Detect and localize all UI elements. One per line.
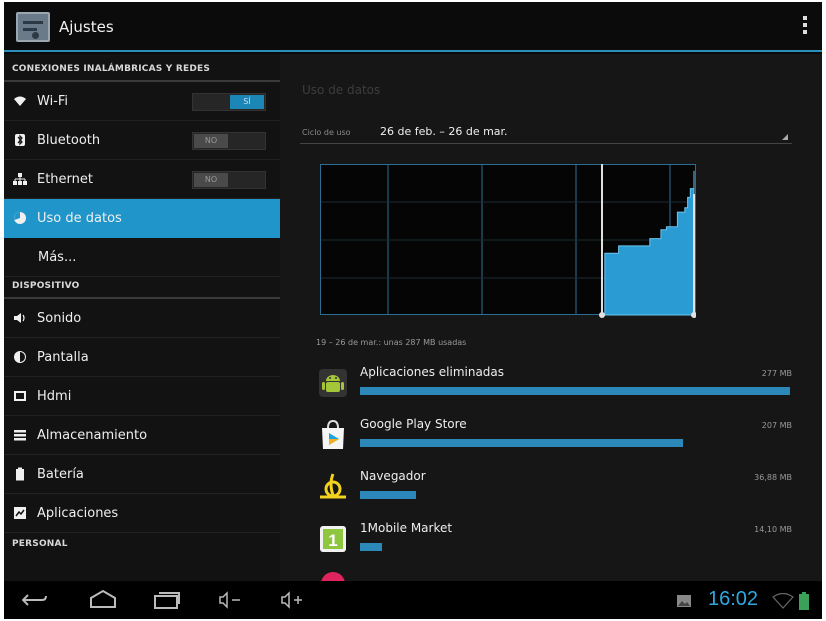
app-usage-row[interactable]: Navegador 36,88 MB	[316, 462, 792, 514]
data-usage-panel: Uso de datos Ciclo de uso 26 de feb. – 2…	[280, 54, 822, 581]
sidebar-item-label: Aplicaciones	[37, 505, 119, 521]
settings-sidebar: CONEXIONES INALÁMBRICAS Y REDES Wi-Fi SÍ…	[4, 54, 280, 581]
ethernet-toggle[interactable]: NO	[192, 171, 266, 189]
battery-icon	[13, 467, 27, 481]
sidebar-item-label: Sonido	[37, 310, 82, 326]
usage-bar	[360, 387, 790, 395]
gallery-icon[interactable]	[676, 594, 692, 608]
app-name: Google Play Store	[360, 417, 467, 431]
usage-summary: 19 – 26 de mar.: unas 287 MB usadas	[316, 338, 467, 347]
data-usage-icon	[13, 211, 27, 225]
cycle-value: 26 de feb. – 26 de mar.	[380, 125, 508, 138]
storage-icon	[13, 428, 27, 442]
app-size: 207 MB	[761, 421, 792, 430]
overflow-menu-icon[interactable]	[802, 16, 808, 38]
app-name: Aplicaciones eliminadas	[360, 365, 505, 379]
sidebar-item-label: Batería	[37, 466, 84, 482]
status-clock[interactable]: 16:02	[708, 588, 758, 611]
page-title: Uso de datos	[302, 83, 381, 97]
app-usage-row[interactable]: Google Play Store 207 MB	[316, 410, 792, 462]
toggle-label: SÍ	[230, 95, 264, 109]
wifi-icon	[13, 94, 27, 108]
wifi-toggle[interactable]: SÍ	[192, 93, 266, 111]
section-header-wireless: CONEXIONES INALÁMBRICAS Y REDES	[4, 54, 280, 82]
sidebar-item-display[interactable]: Pantalla	[4, 338, 280, 377]
sidebar-item-label: Más...	[38, 249, 77, 265]
sidebar-item-apps[interactable]: Aplicaciones	[4, 494, 280, 533]
usage-cycle-selector[interactable]: Ciclo de uso 26 de feb. – 26 de mar.	[300, 120, 792, 144]
sidebar-item-label: Hdmi	[37, 388, 72, 404]
svg-text:1: 1	[328, 531, 337, 550]
sidebar-item-label: Wi-Fi	[37, 93, 69, 109]
action-bar: Ajustes	[4, 2, 822, 52]
recent-apps-icon[interactable]	[152, 590, 182, 610]
sidebar-item-label: Ethernet	[37, 171, 93, 187]
bluetooth-toggle[interactable]: NO	[192, 132, 266, 150]
android-icon	[319, 369, 347, 397]
sidebar-item-label: Uso de datos	[37, 210, 122, 226]
section-header-personal: PERSONAL	[12, 539, 68, 549]
sidebar-item-more[interactable]: Más...	[4, 238, 280, 277]
partial-app-icon	[321, 572, 345, 581]
sidebar-item-label: Pantalla	[37, 349, 89, 365]
sidebar-item-hdmi[interactable]: Hdmi	[4, 377, 280, 416]
app-size: 36,88 MB	[754, 473, 792, 482]
app-usage-row[interactable]: 1 1Mobile Market 14,10 MB	[316, 514, 792, 566]
settings-sliders-icon[interactable]	[16, 12, 50, 42]
wifi-status-icon	[772, 593, 794, 609]
usage-bar	[360, 543, 382, 551]
volume-up-icon[interactable]	[280, 591, 308, 609]
dropdown-arrow-icon	[782, 134, 788, 140]
browser-icon	[320, 473, 346, 499]
app-title: Ajustes	[59, 18, 114, 36]
sidebar-item-bluetooth[interactable]: Bluetooth NO	[4, 121, 280, 160]
sidebar-item-sound[interactable]: Sonido	[4, 299, 280, 338]
settings-screen: Ajustes CONEXIONES INALÁMBRICAS Y REDES …	[4, 2, 822, 619]
home-icon[interactable]	[88, 589, 118, 609]
usage-bar	[360, 439, 683, 447]
app-size: 277 MB	[761, 369, 792, 378]
1mobile-market-icon: 1	[320, 526, 346, 552]
app-name: 1Mobile Market	[360, 521, 453, 535]
hdmi-icon	[13, 389, 27, 403]
sidebar-item-data-usage[interactable]: Uso de datos	[4, 199, 280, 238]
brightness-icon	[13, 350, 27, 364]
section-header-device: DISPOSITIVO	[4, 277, 280, 299]
back-icon[interactable]	[22, 591, 48, 609]
system-navigation-bar: 16:02	[4, 581, 822, 619]
usage-bar	[360, 491, 416, 499]
sidebar-item-label: Bluetooth	[37, 132, 101, 148]
cycle-label: Ciclo de uso	[302, 128, 351, 137]
cycle-start-dot	[599, 312, 605, 318]
play-store-icon	[322, 419, 344, 449]
app-size: 14,10 MB	[754, 525, 792, 534]
app-usage-row[interactable]: Aplicaciones eliminadas 277 MB	[316, 358, 792, 410]
speaker-icon	[13, 311, 27, 325]
sidebar-item-battery[interactable]: Batería	[4, 455, 280, 494]
volume-down-icon[interactable]	[218, 591, 246, 609]
app-name: Navegador	[360, 469, 426, 483]
sidebar-item-storage[interactable]: Almacenamiento	[4, 416, 280, 455]
sidebar-item-ethernet[interactable]: Ethernet NO	[4, 160, 280, 199]
bluetooth-icon	[13, 133, 27, 147]
sidebar-item-wifi[interactable]: Wi-Fi SÍ	[4, 82, 280, 121]
data-usage-chart[interactable]	[320, 164, 696, 318]
apps-icon	[13, 506, 27, 520]
ethernet-icon	[13, 172, 27, 186]
sidebar-item-label: Almacenamiento	[37, 427, 148, 443]
toggle-label: NO	[194, 134, 228, 148]
battery-status-icon	[799, 592, 809, 610]
toggle-label: NO	[194, 173, 228, 187]
